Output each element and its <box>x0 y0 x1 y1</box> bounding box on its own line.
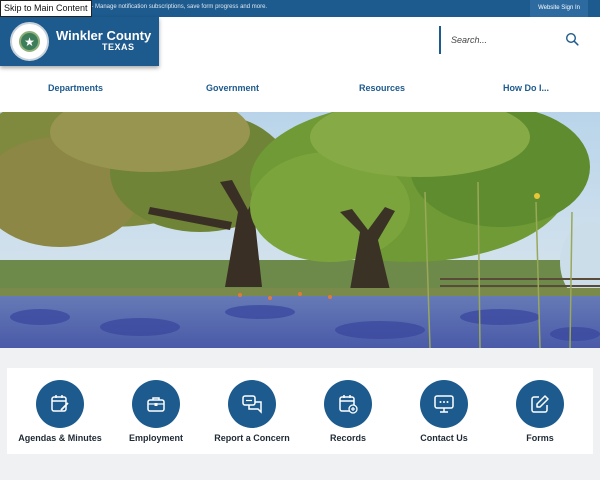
search-input[interactable] <box>451 32 551 48</box>
search-box <box>439 26 584 54</box>
quick-link-records[interactable]: Records <box>300 380 396 450</box>
county-state: TEXAS <box>102 42 135 52</box>
quick-link-agendas-minutes[interactable]: Agendas & Minutes <box>12 380 108 450</box>
nav-departments[interactable]: Departments <box>48 83 103 93</box>
nav-how-do-i[interactable]: How Do I... <box>503 83 549 93</box>
state-seal-icon: ★ <box>10 22 49 61</box>
briefcase-icon <box>147 397 165 412</box>
site-header: ★ Winkler County TEXAS Departments Gover… <box>0 17 600 112</box>
quick-link-contact-us[interactable]: Contact Us <box>396 380 492 450</box>
calendar-plus-icon <box>339 395 358 414</box>
chat-bubbles-icon <box>242 395 262 414</box>
quick-link-employment[interactable]: Employment <box>108 380 204 450</box>
search-button[interactable] <box>565 32 579 46</box>
quick-links-bar: Agendas & Minutes Employment Report a Co… <box>7 368 593 454</box>
hero-banner-image <box>0 112 600 348</box>
quick-link-report-concern[interactable]: Report a Concern <box>204 380 300 450</box>
search-icon <box>565 32 579 46</box>
county-name: Winkler County <box>56 28 152 43</box>
skip-to-main-content-link[interactable]: Skip to Main Content <box>0 0 92 17</box>
quick-link-forms[interactable]: Forms <box>492 380 588 450</box>
nav-government[interactable]: Government <box>206 83 259 93</box>
calendar-pen-icon <box>51 395 69 412</box>
landscape-illustration <box>0 112 600 348</box>
pencil-square-icon <box>531 395 549 413</box>
nav-resources[interactable]: Resources <box>359 83 405 93</box>
county-logo[interactable]: ★ Winkler County TEXAS <box>0 17 159 66</box>
promo-message: - Manage notification subscriptions, sav… <box>89 4 268 10</box>
website-sign-in-button[interactable]: Website Sign In <box>530 0 588 17</box>
monitor-chat-icon <box>434 395 454 413</box>
quick-link-label: Forms <box>526 433 554 443</box>
sign-in-promo: nt - Manage notification subscriptions, … <box>84 4 267 10</box>
